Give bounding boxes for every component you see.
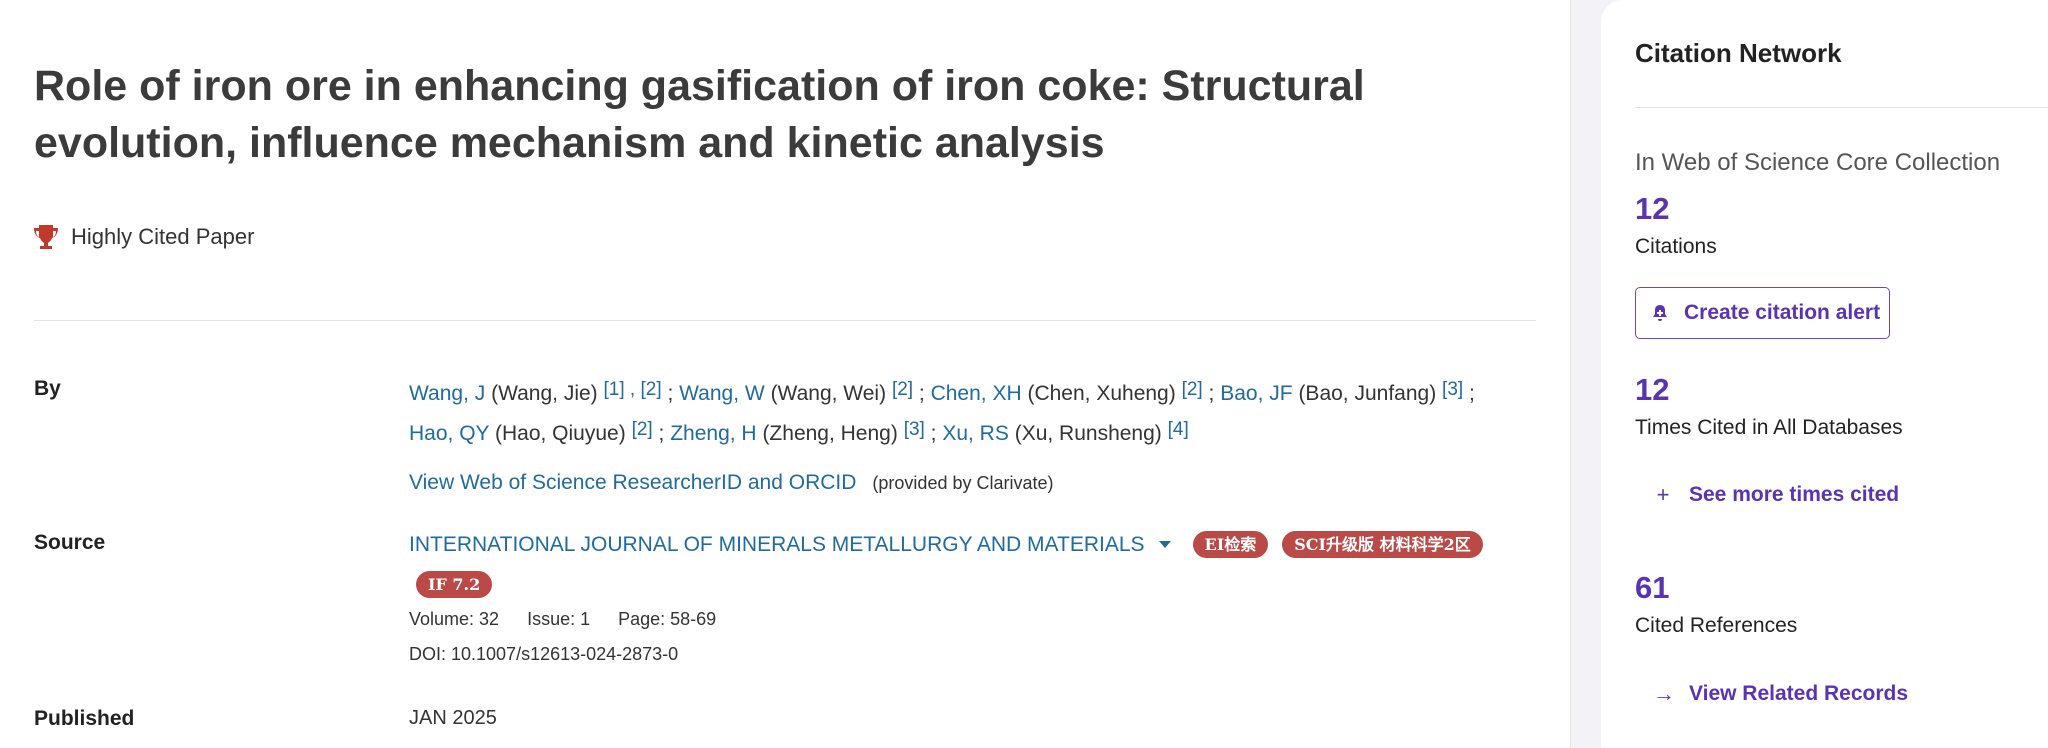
affiliation-link[interactable]: [2] — [892, 379, 913, 400]
author-separator: ; — [652, 422, 671, 445]
author-full-name: (Wang, Jie) — [491, 382, 598, 405]
alert-button-label: Create citation alert — [1684, 301, 1881, 324]
author-link[interactable]: Xu, RS — [942, 422, 1009, 445]
divider — [1635, 107, 2048, 108]
view-related-records-link[interactable]: → View Related Records — [1653, 681, 1908, 707]
highly-cited-badge: Highly Cited Paper — [31, 222, 254, 252]
author-link[interactable]: Chen, XH — [931, 382, 1022, 405]
published-label: Published — [34, 707, 135, 730]
record-main-panel: Role of iron ore in enhancing gasificati… — [0, 0, 1571, 748]
researcher-row: View Web of Science ResearcherID and ORC… — [409, 471, 1054, 495]
volume-issue-page: Volume: 32 Issue: 1 Page: 58-69 — [409, 609, 716, 630]
affiliation-link[interactable]: [3] — [1442, 379, 1463, 400]
ei-tag: EI检索 — [1192, 531, 1269, 558]
citation-network-title: Citation Network — [1635, 38, 1842, 68]
citation-network-panel: Citation Network In Web of Science Core … — [1601, 0, 2048, 748]
times-cited-label: Times Cited in All Databases — [1635, 416, 1903, 439]
author-full-name: (Wang, Wei) — [770, 382, 887, 405]
by-label: By — [34, 377, 61, 400]
author-link[interactable]: Wang, W — [679, 382, 765, 405]
related-records-label: View Related Records — [1689, 682, 1909, 705]
author-full-name: (Chen, Xuheng) — [1027, 382, 1176, 405]
author-separator: ; — [913, 382, 931, 405]
researcher-id-link[interactable]: View Web of Science ResearcherID and ORC… — [409, 471, 856, 495]
divider — [34, 320, 1536, 321]
author-full-name: (Zheng, Heng) — [762, 422, 898, 445]
see-more-times-cited-link[interactable]: + See more times cited — [1653, 482, 1900, 508]
caret-down-icon[interactable] — [1158, 541, 1171, 548]
create-citation-alert-button[interactable]: Create citation alert — [1635, 287, 1890, 339]
author-link[interactable]: Hao, QY — [409, 422, 489, 445]
times-cited-count[interactable]: 12 — [1635, 372, 1669, 408]
author-full-name: (Hao, Qiuyue) — [495, 422, 626, 445]
page-title: Role of iron ore in enhancing gasificati… — [34, 62, 1365, 167]
affiliation-link[interactable]: [2] — [1182, 379, 1203, 400]
author-separator: ; — [924, 422, 943, 445]
bell-icon — [1653, 305, 1667, 321]
see-more-label: See more times cited — [1689, 483, 1900, 506]
affiliation-link[interactable]: [3] — [904, 419, 925, 440]
published-date: JAN 2025 — [409, 707, 497, 729]
affiliation-link[interactable]: [2] — [632, 419, 653, 440]
affiliation-link[interactable]: [4] — [1168, 419, 1189, 440]
author-separator: ; — [661, 382, 680, 405]
author-full-name: (Bao, Junfang) — [1298, 382, 1437, 405]
affiliation-link[interactable]: [1] , [2] — [604, 379, 662, 400]
cited-references-count[interactable]: 61 — [1635, 570, 1669, 606]
issue: Issue: 1 — [527, 609, 591, 629]
source-label: Source — [34, 531, 106, 554]
author-link[interactable]: Wang, J — [409, 382, 485, 405]
badge-label: Highly Cited Paper — [71, 224, 255, 249]
sci-tag: SCI升级版 材料科学2区 — [1282, 531, 1483, 558]
impact-factor-tag: IF 7.2 — [416, 571, 493, 598]
author-separator: ; — [1463, 382, 1475, 405]
arrow-right-icon: → — [1653, 681, 1675, 706]
cited-references-label: Cited References — [1635, 614, 1798, 637]
doi: DOI: 10.1007/s12613-024-2873-0 — [409, 644, 679, 664]
author-list: Wang, J (Wang, Jie) [1] , [2] ; Wang, W … — [409, 372, 1519, 452]
author-full-name: (Xu, Runsheng) — [1014, 422, 1162, 445]
citations-count[interactable]: 12 — [1635, 191, 1669, 227]
author-separator: ; — [1202, 382, 1221, 405]
trophy-icon — [34, 225, 58, 249]
volume: Volume: 32 — [409, 609, 500, 629]
provided-by-note: (provided by Clarivate) — [872, 473, 1054, 493]
author-link[interactable]: Zheng, H — [670, 422, 756, 445]
plus-icon: + — [1656, 482, 1670, 507]
collection-heading: In Web of Science Core Collection — [1635, 149, 2001, 176]
citations-label: Citations — [1635, 235, 1717, 258]
page-range: Page: 58-69 — [618, 609, 717, 629]
source-line: INTERNATIONAL JOURNAL OF MINERALS METALL… — [409, 531, 1497, 558]
author-link[interactable]: Bao, JF — [1220, 382, 1292, 405]
journal-link[interactable]: INTERNATIONAL JOURNAL OF MINERALS METALL… — [409, 533, 1145, 557]
